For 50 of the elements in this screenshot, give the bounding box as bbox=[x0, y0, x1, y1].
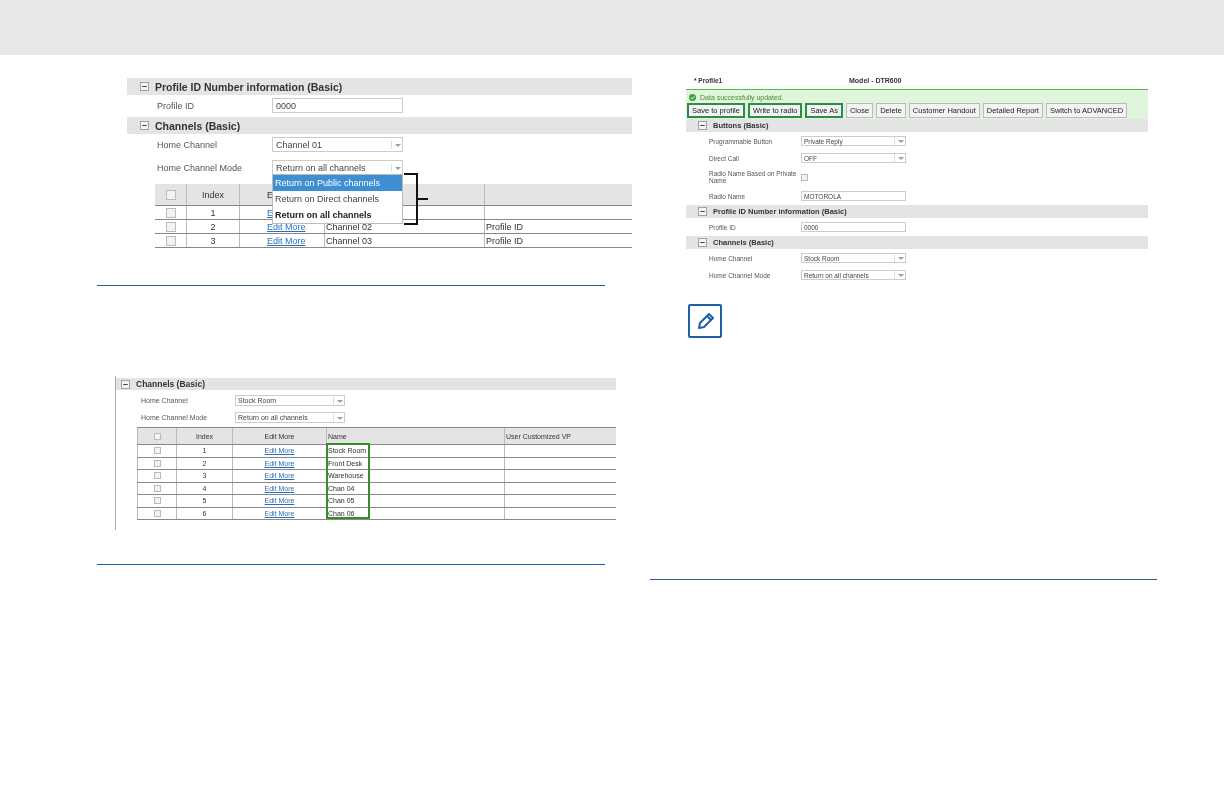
field-label: Profile ID bbox=[157, 100, 195, 111]
collapse-icon[interactable] bbox=[698, 207, 707, 216]
dropdown-arrow-icon[interactable] bbox=[894, 271, 905, 279]
column-header: Index bbox=[187, 184, 240, 205]
section-title[interactable]: Channels (Basic) bbox=[136, 379, 205, 389]
checkbox[interactable] bbox=[165, 221, 176, 232]
bracket-drawing bbox=[403, 173, 429, 225]
checkbox[interactable] bbox=[153, 484, 161, 492]
check-icon bbox=[689, 94, 696, 101]
field-label: Home Channel bbox=[157, 139, 219, 150]
section-title[interactable]: Channels (Basic) bbox=[155, 119, 241, 132]
dropdown-arrow-icon[interactable] bbox=[333, 413, 344, 422]
collapse-icon[interactable] bbox=[698, 121, 707, 130]
dropdown-arrow-icon[interactable] bbox=[333, 396, 344, 405]
checkbox[interactable] bbox=[153, 497, 161, 505]
checkbox[interactable] bbox=[153, 447, 161, 455]
edit-more-link[interactable]: E bbox=[267, 207, 273, 218]
note-icon bbox=[688, 304, 722, 338]
dropdown-arrow-icon[interactable] bbox=[894, 254, 905, 262]
table-cell: Channel 03 bbox=[325, 234, 485, 247]
checkbox[interactable] bbox=[165, 189, 176, 200]
collapse-icon[interactable] bbox=[121, 379, 130, 389]
table-cell: Channel 02 bbox=[325, 220, 485, 233]
dropdown-arrow-icon[interactable] bbox=[894, 137, 905, 145]
table-cell: 1 bbox=[187, 206, 240, 219]
collapse-icon[interactable] bbox=[140, 82, 149, 91]
checkbox[interactable] bbox=[153, 509, 161, 517]
table-cell-text: Profile ID bbox=[485, 234, 524, 247]
checkbox[interactable] bbox=[153, 472, 161, 480]
checkbox[interactable] bbox=[153, 432, 161, 440]
table-cell: 2 bbox=[187, 220, 240, 233]
table-cell: 3 bbox=[187, 234, 240, 247]
edit-more-link[interactable]: Edit More bbox=[267, 221, 306, 232]
collapse-icon[interactable] bbox=[698, 238, 707, 247]
input-field[interactable]: 0000 bbox=[272, 98, 403, 113]
edit-more-link[interactable]: Edit More bbox=[267, 235, 306, 246]
field-label: Home Channel Mode bbox=[157, 162, 244, 173]
dropdown-arrow-icon[interactable] bbox=[391, 163, 402, 172]
checkbox[interactable] bbox=[165, 207, 176, 218]
collapse-icon[interactable] bbox=[140, 121, 149, 130]
section-title[interactable]: Profile ID Number information (Basic) bbox=[155, 80, 343, 93]
table-cell-text: Profile ID bbox=[485, 220, 524, 233]
select-field[interactable]: Channel 01 bbox=[272, 137, 403, 152]
checkbox[interactable] bbox=[801, 173, 808, 181]
checkbox[interactable] bbox=[165, 235, 176, 246]
dropdown-arrow-icon[interactable] bbox=[894, 154, 905, 162]
dropdown-arrow-icon[interactable] bbox=[391, 140, 402, 149]
dropdown-option[interactable]: Return on all channels bbox=[273, 207, 402, 223]
checkbox[interactable] bbox=[153, 459, 161, 467]
dropdown-option[interactable]: Return on Direct channels bbox=[273, 191, 402, 207]
